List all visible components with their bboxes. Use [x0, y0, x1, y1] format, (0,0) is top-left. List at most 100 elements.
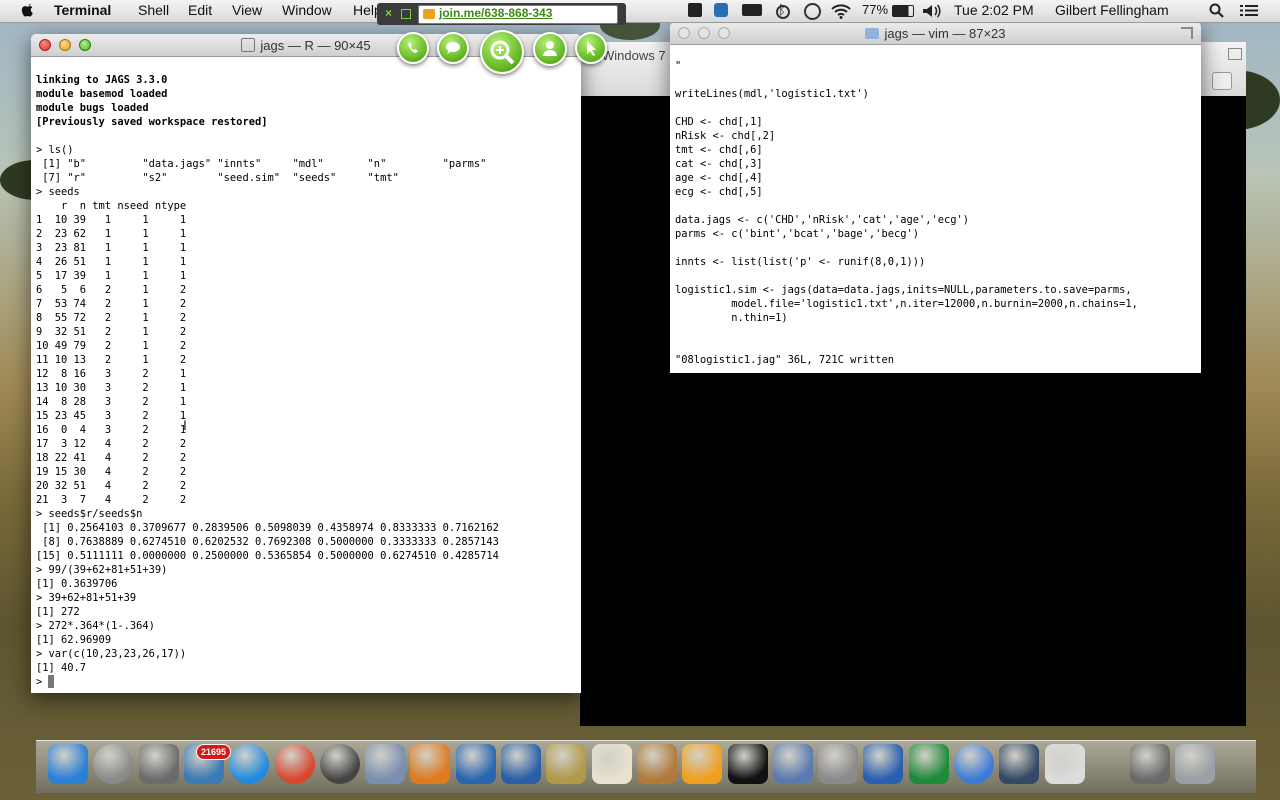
- r-line: 8 55 72 2 1 2: [36, 312, 187, 324]
- r-terminal-window[interactable]: jags — R — 90×45 linking to JAGS 3.3.0 mo…: [31, 34, 581, 693]
- r-window-title: jags — R — 90×45: [260, 38, 371, 53]
- battery-icon[interactable]: [892, 5, 914, 17]
- chat-icon[interactable]: [437, 32, 469, 64]
- r-line: > 99/(39+62+81+51+39): [36, 564, 168, 576]
- r-line: 1 10 39 1 1 1: [36, 214, 187, 226]
- textedit-icon[interactable]: [591, 744, 632, 784]
- vim-window-titlebar: jags — vim — 87×23: [670, 22, 1201, 45]
- folder-icon: [865, 28, 880, 39]
- menu-window[interactable]: Window: [282, 2, 332, 18]
- r-line: 6 5 6 2 1 2: [36, 284, 187, 296]
- menu-edit[interactable]: Edit: [188, 2, 212, 18]
- r-icon[interactable]: [455, 744, 496, 784]
- r-line: 16 0 4 3 2 1: [36, 424, 187, 436]
- vim-line: [675, 101, 1138, 115]
- vm-restore-icon[interactable]: [1212, 72, 1232, 90]
- system-info-icon[interactable]: [138, 744, 179, 784]
- terminal-icon[interactable]: [727, 744, 768, 784]
- firefox-icon[interactable]: [410, 744, 451, 784]
- vim-line: [675, 339, 1138, 353]
- vim-line: [675, 73, 1138, 87]
- joinme-expand-icon[interactable]: [401, 9, 411, 19]
- battery-percent[interactable]: 77%: [862, 2, 888, 17]
- menu-bar: Terminal Shell Edit View Window Help ᛒ 7…: [0, 0, 1280, 23]
- chrome-icon[interactable]: [274, 744, 315, 784]
- iphoto-icon[interactable]: [365, 744, 406, 784]
- memory-monitor-icon[interactable]: [742, 4, 762, 16]
- vim-window-title: jags — vim — 87×23: [884, 26, 1006, 41]
- r-line: module basemod loaded: [36, 88, 168, 100]
- latex-icon[interactable]: [546, 744, 587, 784]
- r-line: >: [36, 676, 49, 688]
- r-line: 21 3 7 4 2 2: [36, 494, 187, 506]
- pandora-icon[interactable]: [501, 744, 541, 784]
- r-line: 2 23 62 1 1 1: [36, 228, 187, 240]
- joinme-url-field[interactable]: join.me/638-868-343: [418, 5, 618, 24]
- zoom-icon[interactable]: [480, 30, 524, 74]
- fullscreen-icon[interactable]: [1181, 27, 1193, 39]
- r-line: 9 32 51 2 1 2: [36, 326, 187, 338]
- quicktime-icon[interactable]: [999, 744, 1040, 784]
- notification-center-icon[interactable]: [1240, 4, 1258, 17]
- participants-icon[interactable]: [533, 32, 567, 66]
- trash-icon[interactable]: [1175, 744, 1216, 784]
- vim-line: [675, 199, 1138, 213]
- vim-line: logistic1.sim <- jags(data=data.jags,ini…: [675, 284, 1132, 296]
- bluetooth-icon[interactable]: ᛒ: [778, 2, 786, 17]
- r-line: 13 10 30 3 2 1: [36, 382, 187, 394]
- r-line: [1] "b" "data.jags" "innts" "mdl" "n" "p…: [36, 158, 487, 170]
- vim-line: model.file='logistic1.txt',n.iter=12000,…: [675, 298, 1138, 310]
- vim-line: [675, 325, 1138, 339]
- dropbox-icon[interactable]: [714, 3, 728, 17]
- vmware-icon[interactable]: [772, 744, 813, 784]
- downloads-icon[interactable]: [1129, 744, 1170, 784]
- vim-buffer[interactable]: " writeLines(mdl,'logistic1.txt') CHD <- c…: [675, 59, 1138, 367]
- r-line: 19 15 30 4 2 2: [36, 466, 187, 478]
- system-preferences-icon[interactable]: [818, 744, 859, 784]
- r-line: r n tmt nseed ntype: [36, 200, 187, 212]
- address-book-icon[interactable]: [636, 744, 677, 784]
- r-line: > var(c(10,23,23,26,17)): [36, 648, 187, 660]
- vim-line: nRisk <- chd[,2]: [675, 130, 776, 142]
- apple-menu-icon[interactable]: [20, 2, 36, 19]
- vim-line: [675, 269, 1138, 283]
- menu-shell[interactable]: Shell: [138, 2, 169, 18]
- preview-icon[interactable]: [1044, 744, 1085, 784]
- finder-icon[interactable]: [48, 744, 88, 784]
- joinme-toolbar: × join.me/638-868-343: [377, 3, 626, 25]
- wifi-icon[interactable]: [830, 3, 852, 19]
- r-line: > 39+62+81+51+39: [36, 592, 137, 604]
- menu-clock[interactable]: Tue 2:02 PM: [954, 2, 1034, 18]
- menu-view[interactable]: View: [232, 2, 262, 18]
- r-line: > ls(): [36, 144, 74, 156]
- r-line: module bugs loaded: [36, 102, 149, 114]
- r-line: 10 49 79 2 1 2: [36, 340, 187, 352]
- dashboard-icon[interactable]: [319, 744, 360, 784]
- r-line: 18 22 41 4 2 2: [36, 452, 187, 464]
- screen-share-icon[interactable]: [688, 3, 702, 17]
- r-console-output[interactable]: linking to JAGS 3.3.0 module basemod load…: [36, 73, 499, 689]
- phone-icon[interactable]: [397, 32, 429, 64]
- r-line: 5 17 39 1 1 1: [36, 270, 187, 282]
- excel-icon[interactable]: [908, 744, 949, 784]
- joinme-url[interactable]: join.me/638-868-343: [439, 6, 552, 20]
- volume-icon[interactable]: [922, 4, 942, 18]
- r-line: [15] 0.5111111 0.0000000 0.2500000 0.536…: [36, 550, 499, 562]
- vim-line: ecg <- chd[,5]: [675, 186, 763, 198]
- menu-app-name[interactable]: Terminal: [54, 2, 111, 18]
- itunes-icon[interactable]: [954, 744, 994, 784]
- word-icon[interactable]: [863, 744, 904, 784]
- menu-user-name[interactable]: Gilbert Fellingham: [1055, 2, 1169, 18]
- r-line: 14 8 28 3 2 1: [36, 396, 187, 408]
- r-line: linking to JAGS 3.3.0: [36, 74, 168, 86]
- vim-terminal-window[interactable]: jags — vim — 87×23 " writeLines(mdl,'logi…: [670, 22, 1201, 373]
- joinme-icon[interactable]: [682, 744, 723, 784]
- vim-line: cat <- chd[,3]: [675, 158, 763, 170]
- joinme-close-icon[interactable]: ×: [385, 6, 392, 20]
- pointer-icon[interactable]: [575, 32, 607, 64]
- vim-line: data.jags <- c('CHD','nRisk','cat','age'…: [675, 214, 970, 226]
- spotlight-search-icon[interactable]: [1209, 3, 1224, 18]
- vm-fullscreen-icon[interactable]: [1228, 48, 1242, 60]
- app-store-icon[interactable]: [229, 744, 270, 784]
- time-machine-icon[interactable]: [804, 3, 821, 20]
